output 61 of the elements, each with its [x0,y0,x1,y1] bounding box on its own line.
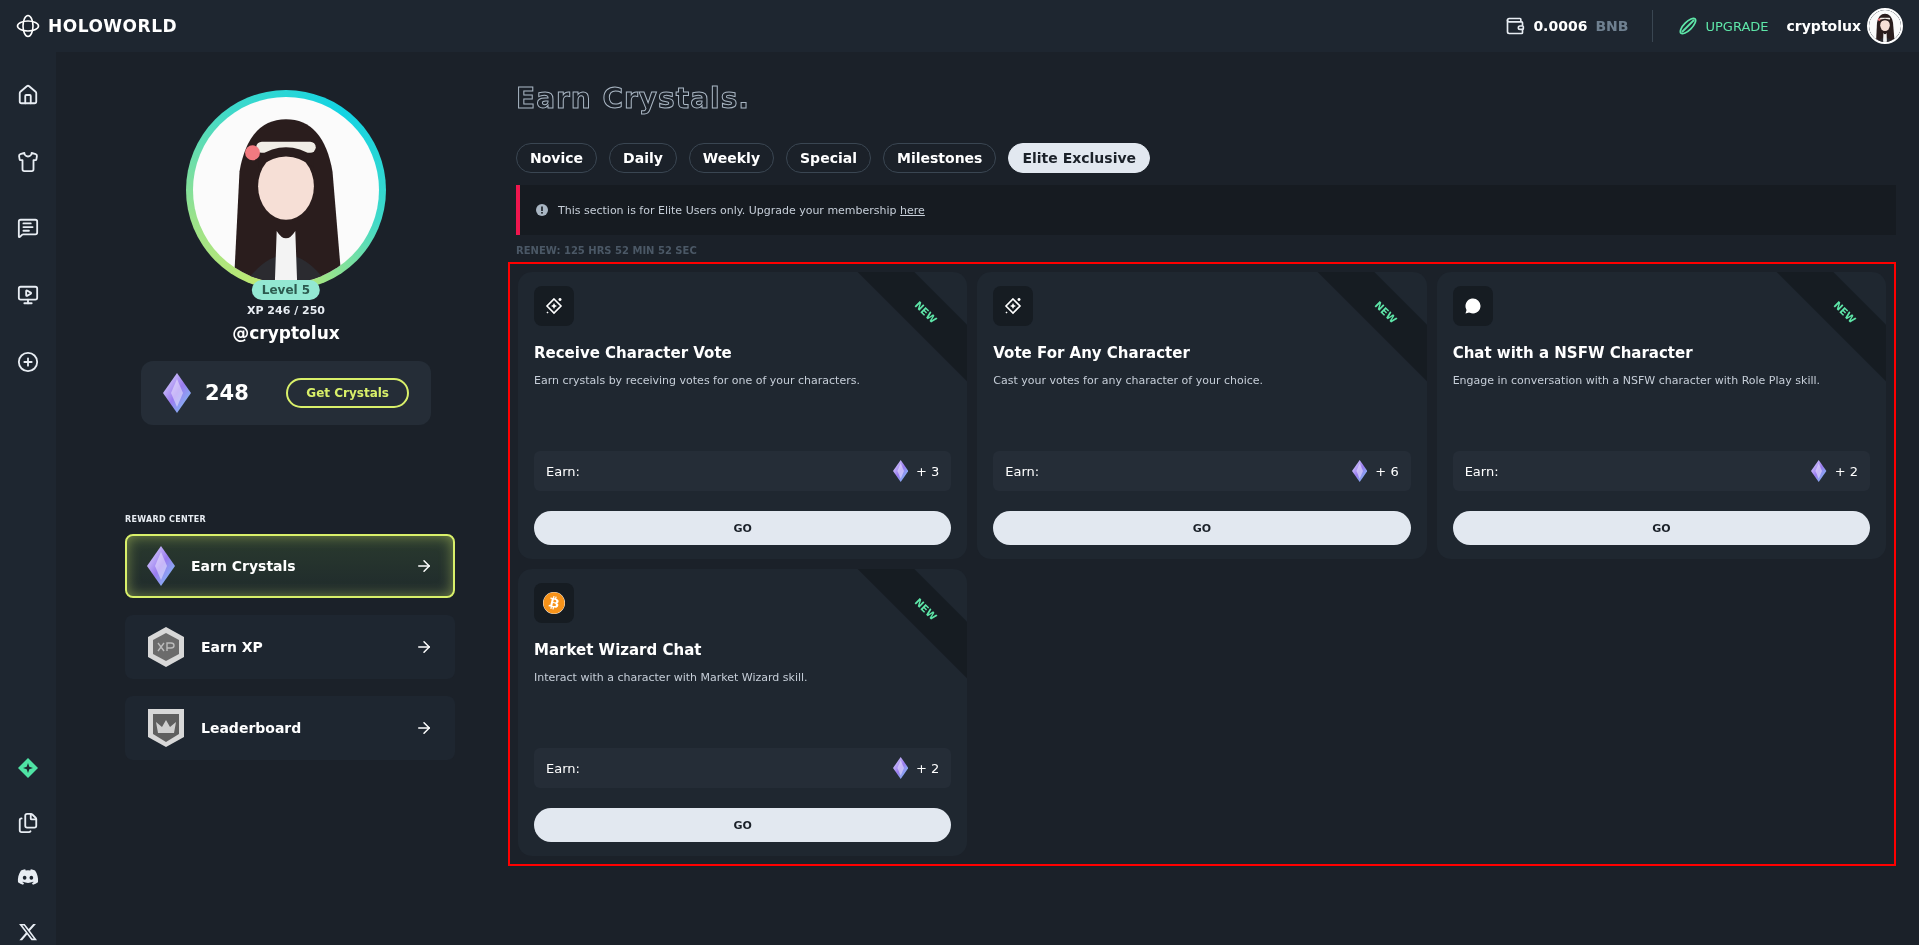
globe-logo-icon [16,14,40,38]
crystal-icon [1811,460,1827,482]
task-description: Cast your votes for any character of your choice. [993,374,1265,387]
reward-amount: + 6 [1375,463,1399,479]
crystal-icon [147,546,175,586]
earn-label: Earn: [1005,463,1041,479]
go-button[interactable]: GO [534,511,952,545]
reward-menu-item[interactable]: Leaderboard [125,696,455,760]
sparkle-icon [1003,296,1024,316]
crystal-count: 248 [205,381,250,405]
crystal-icon [892,460,909,482]
level-badge: Level 5 [251,280,321,300]
currency-label: BNB [1595,18,1629,34]
arrow-right-icon [415,557,433,575]
task-title: Receive Character Vote [534,344,733,362]
go-button[interactable]: GO [993,511,1411,545]
crystal-icon [163,373,191,413]
menu-item-label: Earn Crystals [191,558,297,574]
menu-item-label: Leaderboard [201,720,303,736]
page-title: Earn Crystals. [516,82,751,115]
earn-label: Earn: [546,463,581,479]
info-icon [536,204,548,216]
task-title: Market Wizard Chat [534,641,703,659]
reward-amount: + 3 [916,463,940,479]
task-title: Chat with a NSFW Character [1452,344,1694,362]
chat-icon [1462,296,1483,316]
crystal-icon [892,757,909,779]
wallet-icon [1505,16,1526,36]
sparkle-icon [544,296,564,316]
user-handle: @cryptolux [232,323,340,343]
menu-item-label: Earn XP [201,639,264,655]
upgrade-link[interactable]: UPGRADE [1677,15,1769,37]
upgrade-here-link[interactable]: here [900,203,925,217]
reward-amount: + 2 [1834,463,1858,479]
reward-menu-item[interactable]: Earn Crystals [125,534,455,598]
get-crystals-button[interactable]: Get Crystals [286,378,409,408]
notice-text: This section is for Elite Users only. Upgrade your membership here [558,203,925,217]
task-title: Vote For Any Character [993,344,1191,362]
task-description: Earn crystals by receiving votes for one of your characters. [534,374,861,387]
section-heading: REWARD CENTER [125,515,207,524]
arrow-right-icon [415,638,433,656]
task-description: Interact with a character with Market Wizard skill. [534,671,809,684]
go-button[interactable]: GO [534,808,952,842]
xp-hexagon-icon [147,626,185,668]
reward-menu-item[interactable]: Earn XP [125,615,455,679]
arrow-right-icon [415,719,433,737]
xp-progress-text: XP 246 / 250 [247,304,325,317]
reward-amount: + 2 [916,760,940,776]
tab[interactable]: Elite Exclusive [1008,143,1151,173]
renew-timer: RENEW: 125 HRS 52 MIN 52 SEC [516,245,698,256]
task-description: Engage in conversation with a NSFW character with Role Play skill. [1452,374,1822,387]
crystal-icon [1351,460,1368,482]
bitcoin-icon [543,592,565,614]
username: cryptolux [1786,18,1861,34]
go-button[interactable]: GO [1452,511,1870,545]
earn-label: Earn: [1464,463,1500,479]
balance-amount: 0.0006 [1533,18,1588,34]
user-avatar[interactable] [1867,8,1903,44]
logo-text: HOLOWORLD [48,16,178,36]
earn-label: Earn: [546,760,581,776]
crown-shield-icon [147,708,185,748]
